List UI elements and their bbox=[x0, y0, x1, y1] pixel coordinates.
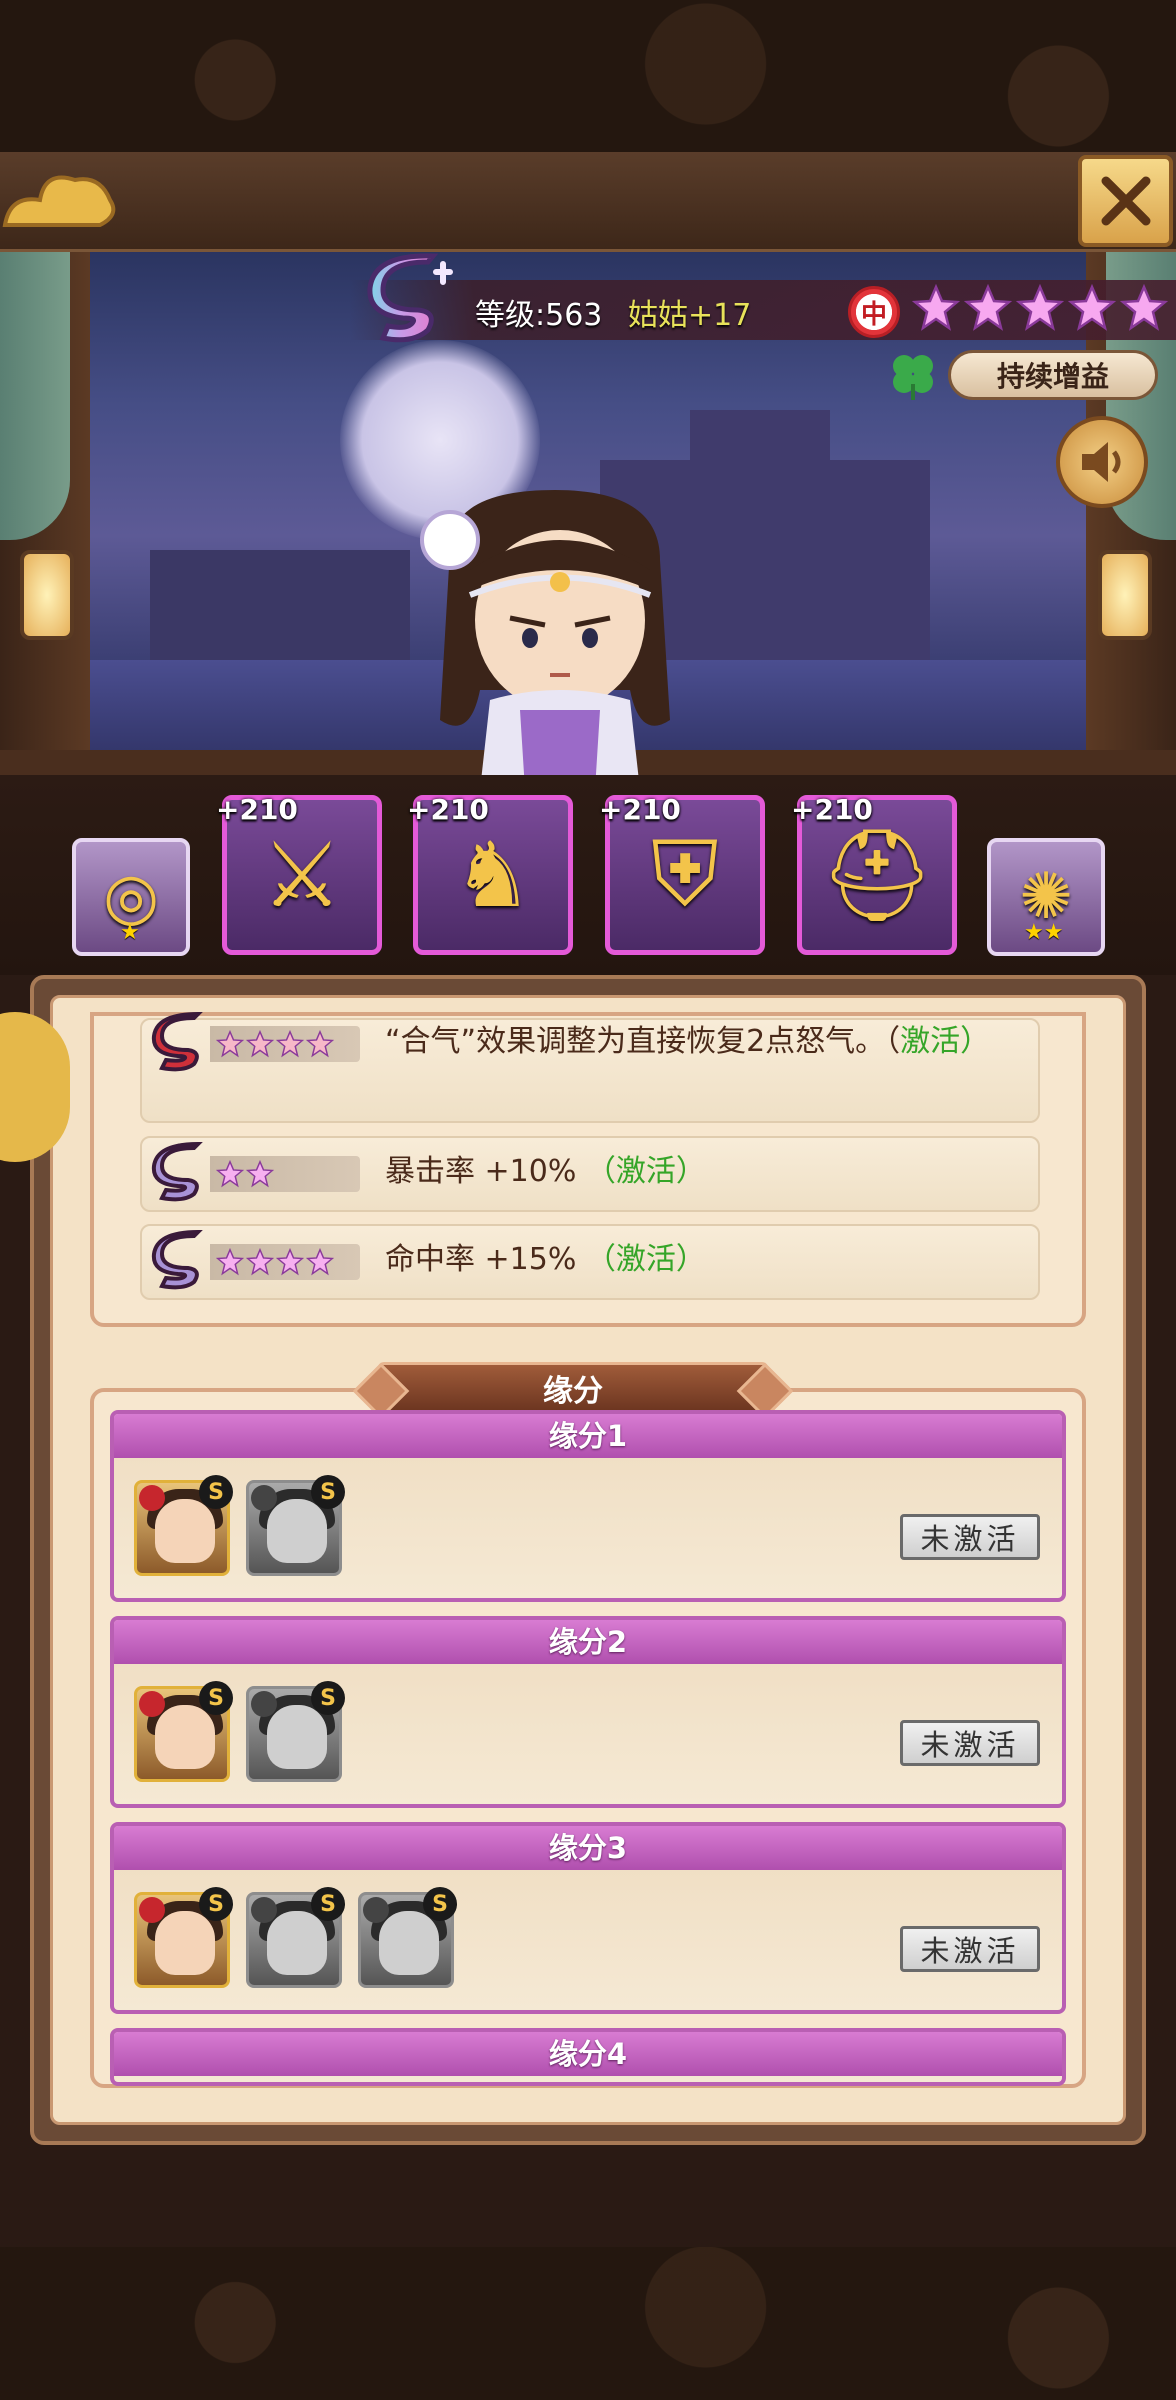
rank-s-badge: S bbox=[199, 1475, 233, 1509]
portrait-face bbox=[267, 1705, 327, 1769]
hero-level: 等级:563 bbox=[475, 298, 603, 333]
fate-card-title: 缘分2 bbox=[548, 1625, 628, 1659]
top-decor-pattern bbox=[0, 0, 1176, 160]
lantern-left bbox=[20, 550, 74, 640]
faction-badge-icon bbox=[251, 1691, 277, 1717]
faction-badge: 中 bbox=[848, 286, 900, 338]
close-icon bbox=[1101, 176, 1150, 226]
faction-badge-icon bbox=[363, 1897, 389, 1923]
enhance-level: +210 bbox=[216, 793, 298, 826]
close-button[interactable] bbox=[1078, 155, 1173, 247]
star-icon bbox=[246, 1160, 274, 1188]
star-icon bbox=[216, 1248, 244, 1276]
fate-card-title: 缘分1 bbox=[548, 1419, 628, 1453]
star-track bbox=[210, 1156, 360, 1192]
activated-label: 激活） bbox=[900, 1024, 991, 1059]
star-icon bbox=[964, 284, 1012, 331]
hero-portrait[interactable]: S bbox=[134, 1681, 233, 1782]
effect-text: 命中率 +15% bbox=[385, 1242, 586, 1277]
hero-portrait[interactable]: S bbox=[358, 1887, 457, 1988]
star-icon bbox=[306, 1248, 334, 1276]
rank-s-badge: S bbox=[199, 1887, 233, 1921]
star-icon bbox=[216, 1030, 244, 1058]
clover-icon bbox=[893, 355, 933, 400]
faction-badge-icon bbox=[139, 1691, 165, 1717]
rank-s-icon bbox=[151, 1230, 203, 1290]
rank-s-icon bbox=[367, 253, 453, 343]
curtain-left bbox=[0, 250, 70, 540]
faction-badge-icon bbox=[139, 1485, 165, 1511]
cloud-ornament-icon bbox=[2, 175, 116, 227]
fate-card-title: 缘分3 bbox=[548, 1831, 628, 1865]
portrait-face bbox=[155, 1911, 215, 1975]
hero-stars bbox=[912, 284, 1168, 332]
portrait-face bbox=[155, 1499, 215, 1563]
rank-s-badge: S bbox=[311, 1887, 345, 1921]
hero-portrait[interactable]: S bbox=[134, 1475, 233, 1576]
star-icon bbox=[306, 1030, 334, 1058]
equip-stars: ★★ bbox=[1024, 920, 1064, 945]
portrait-face bbox=[267, 1499, 327, 1563]
faction-badge-icon bbox=[139, 1897, 165, 1923]
portrait-face bbox=[267, 1911, 327, 1975]
activated-label: （激活） bbox=[585, 1242, 706, 1277]
rank-s-badge: S bbox=[311, 1681, 345, 1715]
portrait-face bbox=[379, 1911, 439, 1975]
pavilion-roof bbox=[690, 410, 830, 470]
hero-portrait[interactable]: S bbox=[134, 1887, 233, 1988]
effect-text: “合气”效果调整为直接恢复2点怒气。（ bbox=[385, 1024, 901, 1059]
effect-description: 命中率 +15% （激活） bbox=[385, 1238, 995, 1282]
rank-red-icon bbox=[151, 1012, 203, 1072]
effect-description: “合气”效果调整为直接恢复2点怒气。（激活） bbox=[385, 1020, 995, 1064]
rank-s-badge: S bbox=[423, 1887, 457, 1921]
star-track bbox=[210, 1244, 360, 1280]
star-icon bbox=[246, 1248, 274, 1276]
effect-description: 暴击率 +10% （激活） bbox=[385, 1150, 995, 1194]
star-icon bbox=[1068, 284, 1116, 331]
rank-s-badge: S bbox=[199, 1681, 233, 1715]
rank-s-icon bbox=[151, 1142, 203, 1202]
portrait-face bbox=[155, 1705, 215, 1769]
speaker-icon bbox=[1082, 442, 1121, 482]
faction-badge-icon bbox=[251, 1897, 277, 1923]
equip-stars: ★ bbox=[120, 920, 140, 945]
activated-label: （激活） bbox=[585, 1154, 706, 1189]
star-icon bbox=[912, 284, 960, 331]
fate-card[interactable]: 缘分2 S S 未激活 bbox=[110, 1616, 1066, 1808]
enhance-level: +210 bbox=[407, 793, 489, 826]
star-icon bbox=[276, 1030, 304, 1058]
hero-portrait[interactable]: S bbox=[246, 1887, 345, 1988]
effect-text: 暴击率 +10% bbox=[385, 1154, 586, 1189]
voice-button[interactable] bbox=[1056, 416, 1148, 508]
enhance-level: +210 bbox=[791, 793, 873, 826]
fate-card[interactable]: 缘分4 bbox=[110, 2028, 1066, 2086]
buff-button[interactable]: 持续增益 bbox=[948, 350, 1158, 400]
star-track bbox=[210, 1026, 360, 1062]
star-icon bbox=[276, 1248, 304, 1276]
star-icon bbox=[216, 1160, 244, 1188]
hero-character bbox=[420, 490, 670, 790]
fate-status-button[interactable]: 未激活 bbox=[900, 1926, 1040, 1972]
hero-detail-screen: 等级:563 姑姑+17 中 持续增益 ◎ ★ ⚔ +210 ♞ +210 ⛨ +210 ⛑ +2… bbox=[0, 0, 1176, 2400]
fate-card-title: 缘分4 bbox=[548, 2037, 628, 2071]
star-icon bbox=[246, 1030, 274, 1058]
bottom-decor-pattern bbox=[0, 2245, 1176, 2400]
enhance-level: +210 bbox=[599, 793, 681, 826]
hero-portrait[interactable]: S bbox=[246, 1475, 345, 1576]
fate-card[interactable]: 缘分1 S S 未激活 bbox=[110, 1410, 1066, 1602]
header-bar bbox=[0, 152, 1176, 252]
fate-status-button[interactable]: 未激活 bbox=[900, 1514, 1040, 1560]
faction-badge-icon bbox=[251, 1485, 277, 1511]
fate-status-button[interactable]: 未激活 bbox=[900, 1720, 1040, 1766]
rank-s-badge: S bbox=[311, 1475, 345, 1509]
fate-card[interactable]: 缘分3 S S S 未激活 bbox=[110, 1822, 1066, 2014]
star-icon bbox=[1120, 284, 1168, 331]
star-icon bbox=[1016, 284, 1064, 331]
hero-portrait[interactable]: S bbox=[246, 1681, 345, 1782]
hero-nickname: 姑姑+17 bbox=[628, 298, 752, 333]
fate-title: 缘分 bbox=[378, 1362, 768, 1414]
lantern-right bbox=[1098, 550, 1152, 640]
